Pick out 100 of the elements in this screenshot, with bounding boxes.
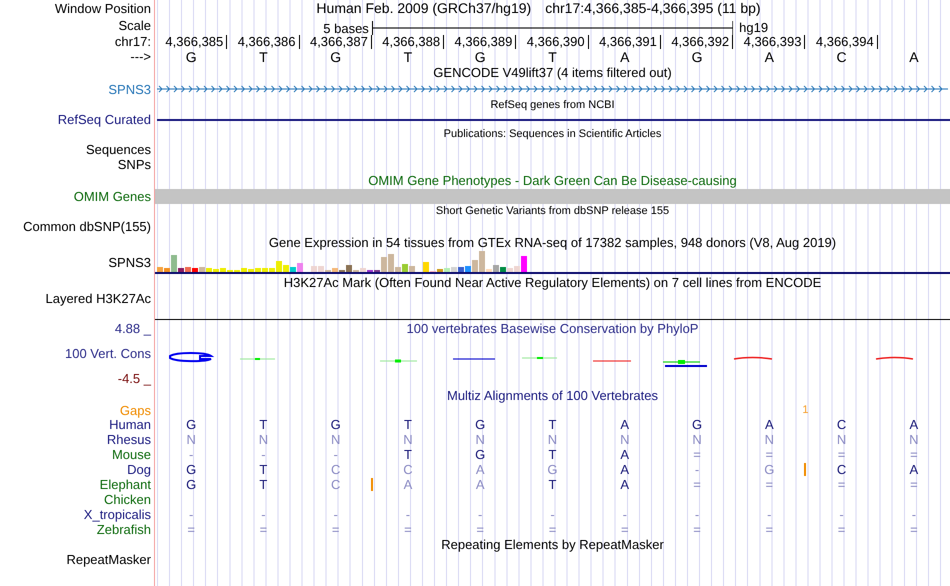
- alignment-base: G: [186, 478, 196, 491]
- alignment-base: -: [334, 508, 338, 521]
- alignment-base: -: [334, 448, 338, 461]
- alignment-base: A: [620, 478, 630, 491]
- track-label: Elephant: [100, 478, 151, 491]
- alignment-base: T: [548, 448, 556, 461]
- track-title: OMIM Gene Phenotypes - Dark Green Can Be Disease-causing: [368, 174, 737, 187]
- track-label: Chicken: [104, 493, 151, 506]
- sequence-base: A: [764, 50, 774, 64]
- position-label: 4,366,391: [599, 34, 661, 48]
- sequence-base: A: [620, 50, 630, 64]
- alignment-base: N: [548, 433, 558, 446]
- position-label: 4,366,394: [816, 34, 878, 48]
- alignment-base: =: [404, 523, 412, 536]
- alignment-base: A: [910, 418, 918, 431]
- alignment-base: G: [764, 463, 774, 476]
- alignment-base: G: [186, 463, 196, 476]
- sequence-base: T: [404, 50, 412, 64]
- track-title: RefSeq genes from NCBI: [490, 100, 615, 110]
- alignment-base: -: [261, 508, 266, 521]
- assembly-title: Human Feb. 2009 (GRCh37/hg19): [316, 1, 532, 15]
- alignment-base: =: [910, 448, 918, 461]
- track-label: Common dbSNP(155): [23, 220, 151, 233]
- alignment-base: T: [404, 418, 412, 431]
- alignment-base: =: [187, 523, 195, 536]
- position-label: 4,366,390: [526, 34, 589, 48]
- alignment-base: =: [766, 523, 774, 536]
- alignment-base: -: [767, 508, 772, 521]
- track-label: X_tropicalis: [84, 508, 151, 521]
- alignment-base: -: [839, 508, 844, 521]
- track-title: Multiz Alignments of 100 Vertebrates: [446, 388, 658, 402]
- alignment-base: -: [478, 508, 482, 521]
- alignment-base: G: [692, 418, 702, 431]
- alignment-base: C: [836, 418, 846, 431]
- alignment-base: =: [332, 523, 340, 536]
- alignment-base: G: [547, 463, 558, 476]
- alignment-base: N: [330, 433, 340, 446]
- track-label: -4.5 _: [118, 372, 151, 384]
- alignment-base: N: [764, 433, 774, 446]
- alignment-base: A: [620, 448, 630, 461]
- track-label: Mouse: [112, 448, 151, 461]
- alignment-base: =: [548, 523, 556, 536]
- alignment-base: =: [693, 523, 701, 536]
- track-label: OMIM Genes: [74, 190, 151, 203]
- alignment-base: G: [186, 418, 196, 431]
- alignment-base: -: [622, 508, 627, 521]
- alignment-base: -: [694, 508, 700, 521]
- alignment-base: T: [548, 418, 556, 431]
- track-label: 4.88 _: [114, 322, 151, 335]
- alignment-base: A: [476, 463, 485, 476]
- track-label: 100 Vert. Cons: [65, 346, 151, 360]
- alignment-base: T: [259, 463, 268, 476]
- sequence-base: A: [909, 50, 919, 64]
- alignment-base: G: [475, 418, 486, 431]
- alignment-base: =: [766, 448, 774, 461]
- position-title: chr17:4,366,385-4,366,395 (11 bp): [545, 1, 761, 15]
- alignment-base: T: [259, 418, 268, 431]
- alignment-base: A: [404, 478, 412, 491]
- sequence-base: G: [186, 50, 197, 64]
- track-label: RepeatMasker: [66, 553, 151, 566]
- alignment-base: N: [403, 433, 413, 446]
- alignment-base: =: [693, 478, 701, 491]
- alignment-base: =: [476, 523, 484, 536]
- track-title: GENCODE V49lift37 (4 items filtered out): [433, 66, 672, 78]
- track-title: Short Genetic Variants from dbSNP release 155: [436, 206, 670, 217]
- alignment-base: A: [910, 463, 918, 476]
- position-label: 4,366,388: [382, 34, 444, 48]
- track-label: Layered H3K27Ac: [45, 292, 151, 305]
- position-label: 4,366,386: [238, 34, 300, 48]
- track-label: SPNS3: [108, 82, 151, 96]
- alignment-base: =: [910, 523, 918, 536]
- alignment-base: N: [620, 433, 630, 446]
- alignment-base: C: [330, 478, 340, 491]
- track-title: Gene Expression in 54 tissues from GTEx RNA-seq of 17382 samples, 948 donors (V8, Aug 2019): [268, 236, 836, 248]
- alignment-base: =: [838, 448, 846, 461]
- scale-span: 5 bases: [323, 22, 369, 34]
- alignment-base: -: [406, 508, 410, 521]
- gap-count: 1: [802, 403, 809, 417]
- alignment-base: T: [548, 478, 556, 491]
- track-label: Rhesus: [106, 433, 151, 446]
- alignment-base: N: [909, 433, 919, 446]
- track-label: Human: [109, 418, 151, 431]
- alignment-base: N: [186, 433, 196, 446]
- track-title: Publications: Sequences in Scientific Articles: [444, 129, 662, 140]
- alignment-base: A: [764, 418, 774, 431]
- alignment-base: T: [404, 448, 412, 461]
- alignment-base: C: [836, 463, 846, 476]
- track-label: Sequences: [86, 143, 151, 156]
- track-label: Scale: [118, 18, 151, 32]
- alignment-base: G: [330, 418, 341, 431]
- sequence-base: G: [330, 50, 342, 64]
- track-label: --->: [130, 50, 151, 63]
- alignment-base: A: [620, 418, 630, 431]
- alignment-base: =: [766, 478, 774, 491]
- track-label: SPNS3: [108, 256, 151, 268]
- alignment-base: -: [261, 448, 266, 461]
- track-label: chr17:: [114, 35, 151, 48]
- position-label: 4,366,389: [454, 34, 516, 48]
- alignment-base: =: [620, 523, 629, 536]
- sequence-base: T: [259, 50, 268, 64]
